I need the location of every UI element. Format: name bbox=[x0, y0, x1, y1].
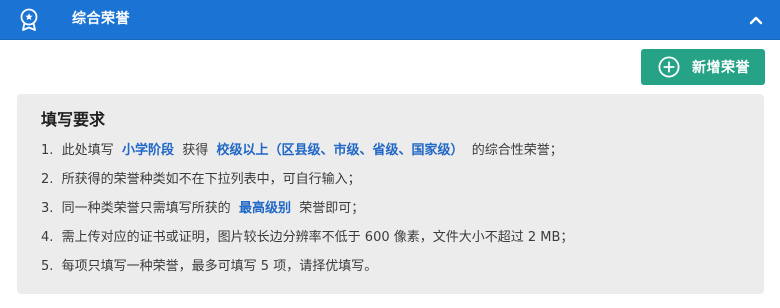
panel-title: 综合荣誉 bbox=[72, 11, 130, 27]
requirement-item-4: 4. 需上传对应的证书或证明，图片较长边分辨率不低于 600 像素，文件大小不超… bbox=[41, 230, 574, 245]
requirements-title: 填写要求 bbox=[41, 110, 106, 129]
panel-header: 综合荣誉 bbox=[0, 0, 780, 40]
requirement-item-1: 1. 此处填写 小学阶段 获得 校级以上（区县级、市级、省级、国家级） 的综合性… bbox=[41, 143, 563, 158]
chevron-up-icon[interactable] bbox=[748, 12, 764, 28]
award-icon bbox=[20, 8, 38, 31]
add-honor-label: 新增荣誉 bbox=[692, 59, 750, 75]
requirement-item-3: 3. 同一种类荣誉只需填写所获的 最高级别 荣誉即可； bbox=[41, 201, 365, 216]
plus-circle-icon bbox=[658, 56, 680, 78]
requirements-box: 填写要求 1. 此处填写 小学阶段 获得 校级以上（区县级、市级、省级、国家级）… bbox=[17, 94, 764, 294]
requirement-item-5: 5. 每项只填写一种荣誉，最多可填写 5 项，请择优填写。 bbox=[41, 259, 378, 274]
add-honor-button[interactable]: 新增荣誉 bbox=[641, 49, 765, 85]
requirement-item-2: 2. 所获得的荣誉种类如不在下拉列表中，可自行输入； bbox=[41, 172, 361, 187]
